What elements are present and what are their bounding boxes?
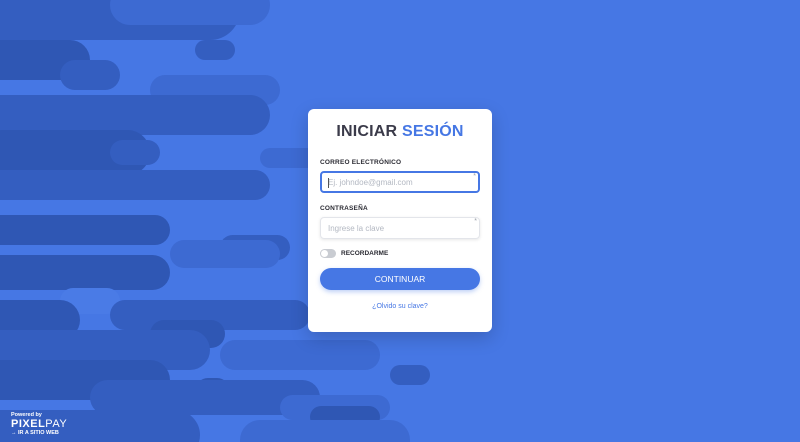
page-title: INICIAR SESIÓN bbox=[320, 122, 480, 142]
branding: Powered by PIXEL PAY → IR A SITIO WEB bbox=[11, 412, 67, 437]
title-accent: SESIÓN bbox=[401, 123, 464, 140]
login-card: INICIAR SESIÓN CORREO ELECTRÓNICO * CONT… bbox=[308, 109, 492, 332]
title-main: INICIAR bbox=[336, 123, 398, 140]
toggle-knob bbox=[321, 249, 328, 257]
password-field[interactable] bbox=[328, 223, 468, 233]
email-label: CORREO ELECTRÓNICO bbox=[320, 159, 402, 166]
password-label: CONTRASEÑA bbox=[320, 205, 368, 212]
email-field[interactable] bbox=[328, 177, 468, 187]
continue-button[interactable]: CONTINUAR bbox=[320, 268, 480, 290]
email-field-wrapper: * bbox=[320, 171, 480, 193]
remember-toggle[interactable] bbox=[320, 248, 336, 258]
logo-pixel: PIXEL bbox=[11, 418, 46, 430]
website-link[interactable]: → IR A SITIO WEB bbox=[11, 430, 67, 437]
required-marker: * bbox=[474, 218, 477, 225]
text-caret bbox=[328, 178, 329, 188]
remember-row: RECORDARME bbox=[320, 247, 480, 259]
logo-pay: PAY bbox=[45, 418, 68, 430]
remember-label: RECORDARME bbox=[341, 249, 389, 257]
forgot-password-link[interactable]: ¿Olvido su clave? bbox=[320, 303, 480, 310]
pixelpay-logo: PIXEL PAY bbox=[11, 418, 67, 430]
password-field-wrapper: * bbox=[320, 217, 480, 239]
required-marker: * bbox=[473, 173, 476, 180]
